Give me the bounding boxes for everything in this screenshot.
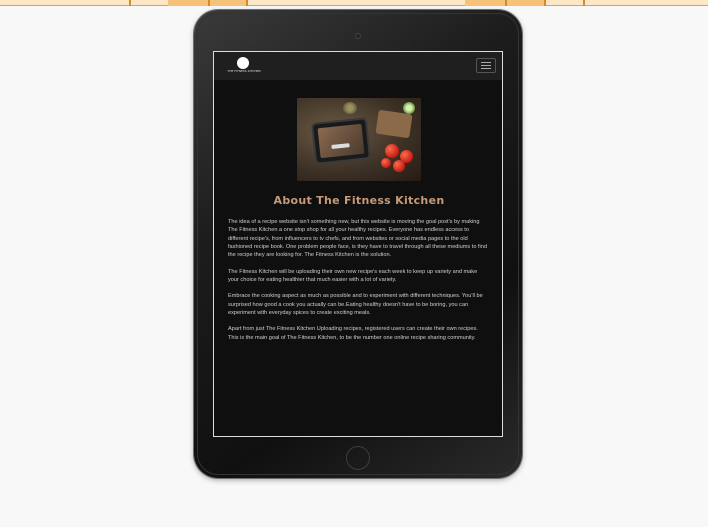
tablet-screen: THE FITNESS KITCHEN About The Fitness Ki… (213, 51, 503, 437)
navbar: THE FITNESS KITCHEN (214, 52, 502, 80)
tablet-mockup: THE FITNESS KITCHEN About The Fitness Ki… (194, 10, 522, 478)
bowl (343, 102, 357, 114)
strip-tick (505, 0, 507, 6)
site-logo[interactable]: THE FITNESS KITCHEN (222, 57, 266, 75)
strip-tick (246, 0, 248, 6)
tomato (381, 158, 391, 168)
hero-image (297, 98, 421, 181)
menu-toggle-button[interactable] (476, 58, 496, 73)
tablet-photo-screen (317, 123, 365, 159)
about-paragraph: Apart from just The Fitness Kitchen Uplo… (228, 326, 478, 341)
tomato (393, 160, 405, 172)
camera-icon (355, 33, 361, 39)
strip-tick (544, 0, 546, 6)
home-button[interactable] (346, 446, 370, 470)
about-content: The idea of a recipe website isn't somet… (228, 218, 488, 350)
strip-tick (208, 0, 210, 6)
hamburger-icon (481, 62, 491, 63)
about-paragraph: The Fitness Kitchen will be uploading th… (228, 268, 478, 284)
cucumber-slice (403, 102, 415, 114)
about-paragraph: Embrace the cooking aspect as much as po… (228, 293, 483, 317)
hamburger-icon (481, 68, 491, 69)
logo-text: THE FITNESS KITCHEN (227, 69, 261, 73)
about-paragraph: The idea of a recipe website isn't somet… (228, 219, 488, 259)
logo-icon (237, 57, 249, 69)
page-title: About The Fitness Kitchen (273, 194, 445, 207)
cutting-board (375, 109, 413, 139)
strip-tick (129, 0, 131, 6)
tablet-in-photo (310, 117, 372, 165)
strip-tick (583, 0, 585, 6)
hamburger-icon (481, 65, 491, 66)
top-decorative-strip (0, 0, 708, 6)
tomato (385, 144, 399, 158)
